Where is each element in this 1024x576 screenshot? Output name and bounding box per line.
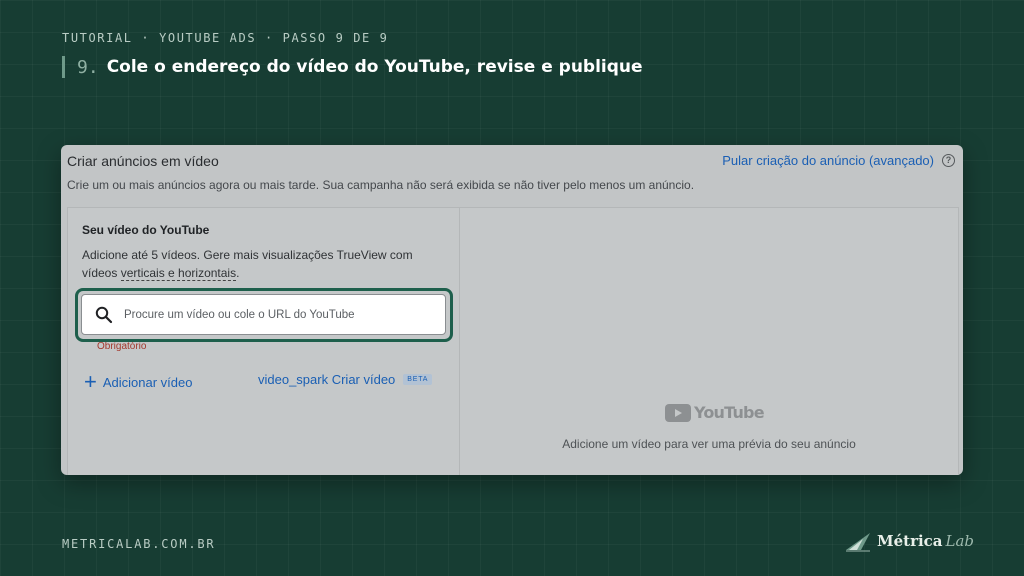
heading-accent-bar [62,56,65,78]
youtube-logo-text: YouTube [694,403,765,422]
vertical-horizontal-link[interactable]: verticais e horizontais [120,266,237,281]
step-number: 9. [77,56,99,78]
ad-preview-card: YouTube Adicione um vídeo para ver uma p… [459,207,959,475]
youtube-logo: YouTube [665,403,765,422]
brand-logo: Métrica Lab [845,530,974,552]
brand-name: Métrica [877,532,943,550]
footer-url: METRICALAB.COM.BR [62,537,216,551]
panel-subtitle: Crie um ou mais anúncios agora ou mais t… [67,178,695,192]
create-video-link[interactable]: video_spark Criar vídeo BETA [258,372,433,387]
metrica-logo-icon [846,533,870,552]
youtube-play-icon [665,403,691,422]
preview-placeholder-text: Adicione um vídeo para ver uma prévia do… [562,437,856,451]
step-title: Cole o endereço do vídeo do YouTube, rev… [106,57,643,77]
brand-suffix: Lab [945,532,975,550]
search-icon [95,306,113,323]
plus-icon: + [84,369,97,394]
beta-badge: BETA [403,374,433,385]
video-search-box[interactable] [81,294,446,335]
tutorial-kicker: TUTORIAL · YOUTUBE ADS · PASSO 9 DE 9 [62,31,389,45]
add-video-button[interactable]: + Adicionar vídeo [84,369,193,394]
add-video-label: Adicionar vídeo [102,374,193,390]
your-video-description: Adicione até 5 vídeos. Gere mais visuali… [82,246,442,282]
create-video-label[interactable]: video_spark Criar vídeo [258,372,395,387]
description-end: . [236,266,240,280]
skip-ad-creation-link[interactable]: Pular criação do anúncio (avançado) [722,153,934,168]
video-search-input[interactable] [122,307,445,322]
step-heading: 9. Cole o endereço do vídeo do YouTube, … [62,55,643,79]
required-label: Obrigatório [97,341,147,352]
your-video-title: Seu vídeo do YouTube [82,223,210,237]
help-icon[interactable]: ? [942,154,955,167]
panel-title: Criar anúncios em vídeo [67,153,219,169]
